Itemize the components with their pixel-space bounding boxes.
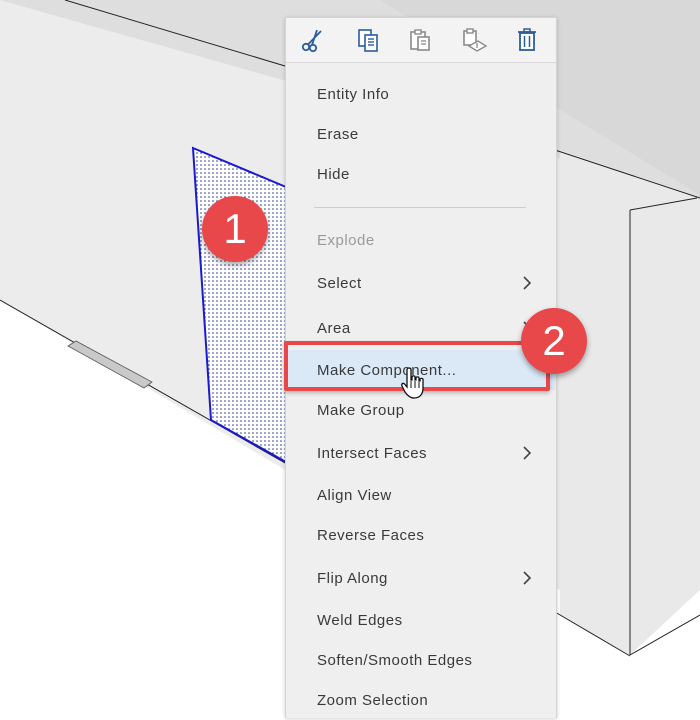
menu-item-label: Make Group xyxy=(317,401,405,419)
step-badge-2: 2 xyxy=(521,308,587,374)
copy-button[interactable] xyxy=(351,24,385,56)
paste-icon xyxy=(410,29,430,51)
copy-icon xyxy=(358,29,378,52)
paste-in-place-icon xyxy=(463,28,488,52)
trash-icon xyxy=(518,28,536,51)
menu-item-zoom-selection[interactable]: Zoom Selection xyxy=(286,680,556,720)
menu-separator xyxy=(314,207,526,208)
menu-item-explode: Explode xyxy=(286,220,556,260)
menu-item-label: Zoom Selection xyxy=(317,691,429,709)
menu-item-label: Entity Info xyxy=(317,85,390,103)
menu-item-label: Area xyxy=(317,319,351,337)
chevron-right-icon xyxy=(523,276,532,290)
chevron-right-icon xyxy=(523,446,532,460)
step-badge-1: 1 xyxy=(202,196,268,262)
chevron-right-icon xyxy=(523,571,532,585)
menu-item-label: Soften/Smooth Edges xyxy=(317,651,473,669)
delete-button[interactable] xyxy=(510,24,544,56)
menu-item-soften-smooth-edges[interactable]: Soften/Smooth Edges xyxy=(286,640,556,680)
scissors-icon xyxy=(301,29,322,53)
hand-cursor-icon xyxy=(401,367,424,399)
paste-button[interactable] xyxy=(403,24,437,56)
menu-item-label: Make Component... xyxy=(317,361,457,379)
menu-item-label: Reverse Faces xyxy=(317,526,425,544)
menu-item-entity-info[interactable]: Entity Info xyxy=(286,74,556,114)
menu-item-label: Flip Along xyxy=(317,569,388,587)
menu-item-label: Align View xyxy=(317,486,392,504)
cut-button[interactable] xyxy=(296,24,330,56)
menu-item-erase[interactable]: Erase xyxy=(286,114,556,154)
menu-item-flip-along[interactable]: Flip Along xyxy=(286,558,556,598)
menu-item-label: Select xyxy=(317,274,362,292)
menu-item-weld-edges[interactable]: Weld Edges xyxy=(286,600,556,640)
menu-item-select[interactable]: Select xyxy=(286,263,556,303)
menu-item-reverse-faces[interactable]: Reverse Faces xyxy=(286,515,556,555)
menu-item-hide[interactable]: Hide xyxy=(286,154,556,194)
menu-item-label: Hide xyxy=(317,165,350,183)
menu-item-label: Explode xyxy=(317,231,375,249)
menu-item-label: Weld Edges xyxy=(317,611,403,629)
context-menu-toolbar xyxy=(286,18,556,63)
menu-item-align-view[interactable]: Align View xyxy=(286,475,556,515)
menu-item-intersect-faces[interactable]: Intersect Faces xyxy=(286,433,556,473)
paste-in-place-button[interactable] xyxy=(457,24,491,56)
menu-item-label: Erase xyxy=(317,125,359,143)
menu-item-label: Intersect Faces xyxy=(317,444,428,462)
menu-item-area[interactable]: Area xyxy=(286,308,556,348)
